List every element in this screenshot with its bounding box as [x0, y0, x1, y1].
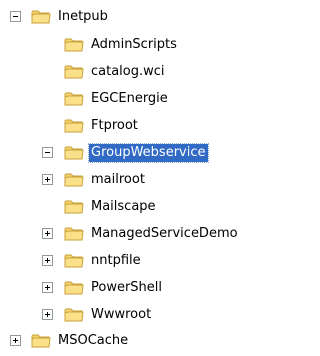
- plus-box-icon[interactable]: [42, 282, 53, 293]
- tree-node-powershell[interactable]: PowerShell: [0, 275, 270, 301]
- tree-node-mailscape[interactable]: Mailscape: [0, 194, 270, 220]
- plus-box-icon[interactable]: [42, 228, 53, 239]
- tree-node-groupwebservice[interactable]: GroupWebservice: [0, 140, 270, 166]
- folder-icon: [31, 332, 51, 349]
- folder-icon: [31, 8, 51, 25]
- tree-node-inetpub[interactable]: Inetpub: [0, 4, 270, 30]
- folder-icon: [64, 279, 84, 296]
- plus-box-icon[interactable]: [42, 255, 53, 266]
- plus-box-icon[interactable]: [42, 309, 53, 320]
- folder-tree: Inetpub AdminScripts catalog.wci EGCEner…: [0, 0, 270, 356]
- tree-node-label[interactable]: EGCEnergie: [89, 90, 170, 108]
- tree-node-label-selected[interactable]: GroupWebservice: [88, 143, 209, 163]
- tree-node-label[interactable]: Inetpub: [56, 8, 110, 26]
- folder-icon: [64, 36, 84, 53]
- plus-box-icon[interactable]: [42, 174, 53, 185]
- tree-node-label[interactable]: Wwwroot: [89, 306, 153, 324]
- minus-box-icon[interactable]: [10, 11, 21, 22]
- folder-icon: [64, 225, 84, 242]
- folder-icon: [64, 144, 84, 161]
- tree-node-label[interactable]: ManagedServiceDemo: [89, 225, 240, 243]
- folder-icon: [64, 306, 84, 323]
- tree-node-label[interactable]: AdminScripts: [89, 36, 179, 54]
- tree-node-label[interactable]: Mailscape: [89, 198, 158, 216]
- tree-node-msocache[interactable]: MSOCache: [0, 328, 270, 354]
- tree-node-wwwroot[interactable]: Wwwroot: [0, 302, 270, 328]
- folder-icon: [64, 252, 84, 269]
- tree-node-ftproot[interactable]: Ftproot: [0, 113, 270, 139]
- minus-box-icon[interactable]: [42, 147, 53, 158]
- tree-node-label[interactable]: catalog.wci: [89, 63, 167, 81]
- folder-icon: [64, 117, 84, 134]
- tree-node-catalog-wci[interactable]: catalog.wci: [0, 59, 270, 85]
- tree-node-adminscripts[interactable]: AdminScripts: [0, 32, 270, 58]
- tree-node-managedservicedemo[interactable]: ManagedServiceDemo: [0, 221, 270, 247]
- folder-icon: [64, 198, 84, 215]
- folder-icon: [64, 63, 84, 80]
- tree-node-nntpfile[interactable]: nntpfile: [0, 248, 270, 274]
- tree-node-label[interactable]: mailroot: [89, 171, 147, 189]
- tree-node-label[interactable]: PowerShell: [89, 279, 164, 297]
- folder-icon: [64, 90, 84, 107]
- tree-node-label[interactable]: nntpfile: [89, 252, 143, 270]
- folder-icon: [64, 171, 84, 188]
- tree-node-label[interactable]: MSOCache: [56, 332, 130, 350]
- tree-node-mailroot[interactable]: mailroot: [0, 167, 270, 193]
- plus-box-icon[interactable]: [10, 335, 21, 346]
- tree-node-egcenergie[interactable]: EGCEnergie: [0, 86, 270, 112]
- tree-node-label[interactable]: Ftproot: [89, 117, 140, 135]
